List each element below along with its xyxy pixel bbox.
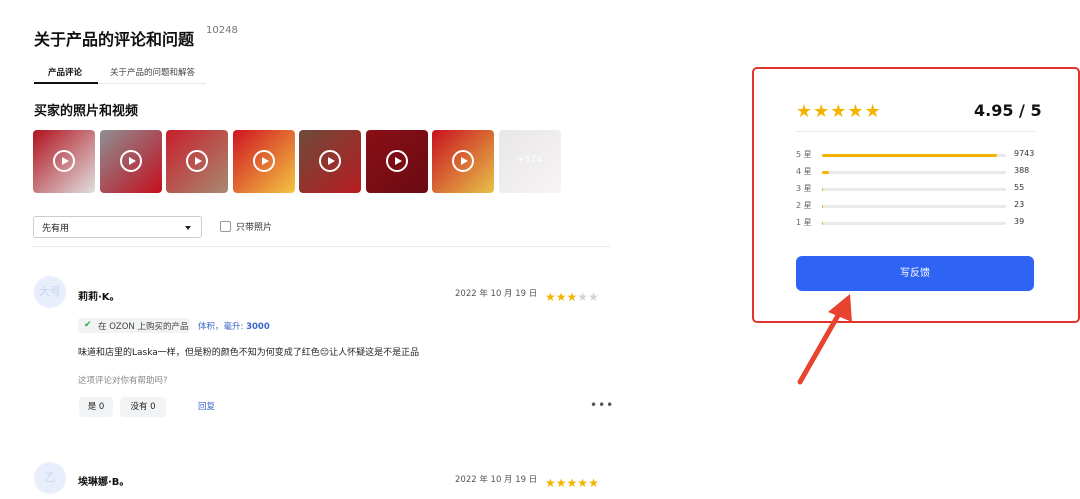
write-feedback-button[interactable]: 写反馈 (796, 256, 1034, 291)
play-icon (452, 150, 474, 172)
divider (796, 131, 1035, 132)
verified-purchase-badge: ✔ 在 OZON 上购买的产品 (78, 318, 190, 333)
vote-no-button[interactable]: 没有 0 (120, 397, 166, 417)
star-icon: ★ (555, 476, 567, 490)
star-icon: ★ (566, 476, 578, 490)
overall-rating-stars: ★★★★★ (796, 101, 882, 122)
rating-count: 23 (1014, 200, 1025, 209)
star-icon: ★ (545, 290, 556, 304)
tab-bar: 产品评论 关于产品的问题和解答 (34, 62, 206, 84)
rating-bar-fill (822, 222, 824, 225)
star-level-label: 5 星 (796, 150, 812, 159)
rating-bar-track (822, 222, 1006, 225)
avatar: 大号 (34, 276, 66, 308)
tab-questions-answers[interactable]: 关于产品的问题和解答 (110, 66, 195, 78)
annotation-arrow-icon (797, 294, 852, 385)
review-date: 2022 年 10 月 19 日 (455, 475, 538, 485)
star-level-label: 1 星 (796, 218, 812, 227)
star-icon: ★ (577, 476, 589, 490)
media-thumbnail[interactable] (33, 130, 95, 193)
rating-count: 39 (1014, 217, 1025, 226)
star-level-label: 4 星 (796, 167, 812, 176)
rating-bar-track (822, 188, 1006, 191)
review-rating: ★★★★★ (545, 472, 599, 489)
rating-bar-fill (822, 171, 830, 174)
check-icon: ✔ (84, 320, 92, 330)
verified-label: 在 OZON 上购买的产品 (98, 322, 189, 332)
photo-only-label: 只带照片 (236, 223, 273, 233)
sort-value: 先有用 (42, 224, 70, 234)
star-icon: ★ (830, 101, 847, 122)
rating-distribution-row[interactable]: 4 星 388 (796, 166, 1046, 178)
star-icon: ★ (588, 476, 599, 490)
star-icon: ★ (577, 290, 589, 304)
star-level-label: 2 星 (796, 201, 812, 210)
media-thumbnail[interactable] (99, 130, 162, 193)
attribute-label: 体积，毫升: (198, 322, 244, 332)
rating-distribution-row[interactable]: 1 星 39 (796, 217, 1046, 229)
rating-count: 388 (1014, 166, 1030, 175)
active-tab-indicator (34, 82, 98, 84)
play-icon (119, 150, 142, 172)
product-attribute: 体积，毫升: 3000 (198, 320, 270, 332)
media-thumbnail[interactable] (166, 130, 228, 193)
star-icon: ★ (555, 290, 567, 304)
play-icon (252, 150, 275, 172)
star-icon: ★ (796, 101, 813, 122)
play-icon (186, 150, 208, 172)
review-date: 2022 年 10 月 19 日 (455, 289, 538, 299)
star-icon: ★ (864, 101, 881, 122)
review-rating: ★★★★★ (545, 286, 599, 303)
divider (33, 246, 610, 247)
star-icon: ★ (588, 290, 599, 304)
media-thumbnail[interactable] (365, 130, 428, 193)
star-icon: ★ (813, 101, 830, 122)
rating-distribution-row[interactable]: 3 星 55 (796, 183, 1046, 195)
media-thumbnail[interactable] (432, 130, 494, 193)
star-icon: ★ (847, 101, 864, 122)
play-icon (385, 150, 408, 172)
rating-distribution-row[interactable]: 5 星 9743 (796, 149, 1046, 161)
tab-product-reviews[interactable]: 产品评论 (48, 66, 82, 78)
chevron-down-icon (185, 226, 191, 230)
reviewer-name[interactable]: 埃琳娜·B。 (78, 473, 129, 488)
reviewer-name[interactable]: 莉莉·K。 (78, 288, 120, 303)
star-level-label: 3 星 (796, 184, 812, 193)
more-media-thumbnail[interactable]: +574 (498, 130, 561, 193)
rating-bar-track (822, 171, 1006, 174)
play-icon (53, 150, 75, 172)
page-title: 关于产品的评论和问题 (34, 30, 195, 49)
more-options-icon[interactable]: ••• (590, 398, 614, 412)
rating-bar-track (822, 154, 1006, 157)
review-count: 10248 (206, 25, 238, 36)
overall-score: 4.95 / 5 (974, 101, 1042, 120)
star-icon: ★ (545, 476, 556, 490)
review-text: 味道和店里的Laska一样，但是粉的颜色不知为何变成了红色😔让人怀疑这是不是正品 (78, 348, 420, 358)
vote-yes-button[interactable]: 是 0 (79, 397, 113, 417)
more-media-count: +574 (517, 155, 542, 165)
rating-count: 55 (1014, 183, 1025, 192)
helpful-question: 这项评论对你有帮助吗? (78, 376, 168, 386)
media-thumbnail[interactable] (299, 130, 361, 193)
attribute-value: 3000 (246, 322, 270, 332)
photo-only-checkbox[interactable] (220, 221, 231, 232)
sort-dropdown[interactable]: 先有用 (33, 216, 202, 238)
rating-bar-track (822, 205, 1006, 208)
rating-count: 9743 (1014, 149, 1035, 158)
play-icon (319, 150, 341, 172)
reply-link[interactable]: 回复 (198, 400, 215, 412)
star-icon: ★ (566, 290, 578, 304)
avatar: 乙 (34, 462, 66, 494)
rating-bar-fill (822, 205, 824, 208)
rating-bar-fill (822, 154, 997, 157)
rating-distribution-row[interactable]: 2 星 23 (796, 200, 1046, 212)
rating-summary-panel: ★★★★★ 4.95 / 5 5 星 9743 4 星 388 3 星 55 2 星 23 1 … (752, 67, 1080, 323)
media-section-title: 买家的照片和视频 (34, 104, 139, 119)
media-thumbnail[interactable] (232, 130, 295, 193)
rating-bar-fill (822, 188, 824, 191)
